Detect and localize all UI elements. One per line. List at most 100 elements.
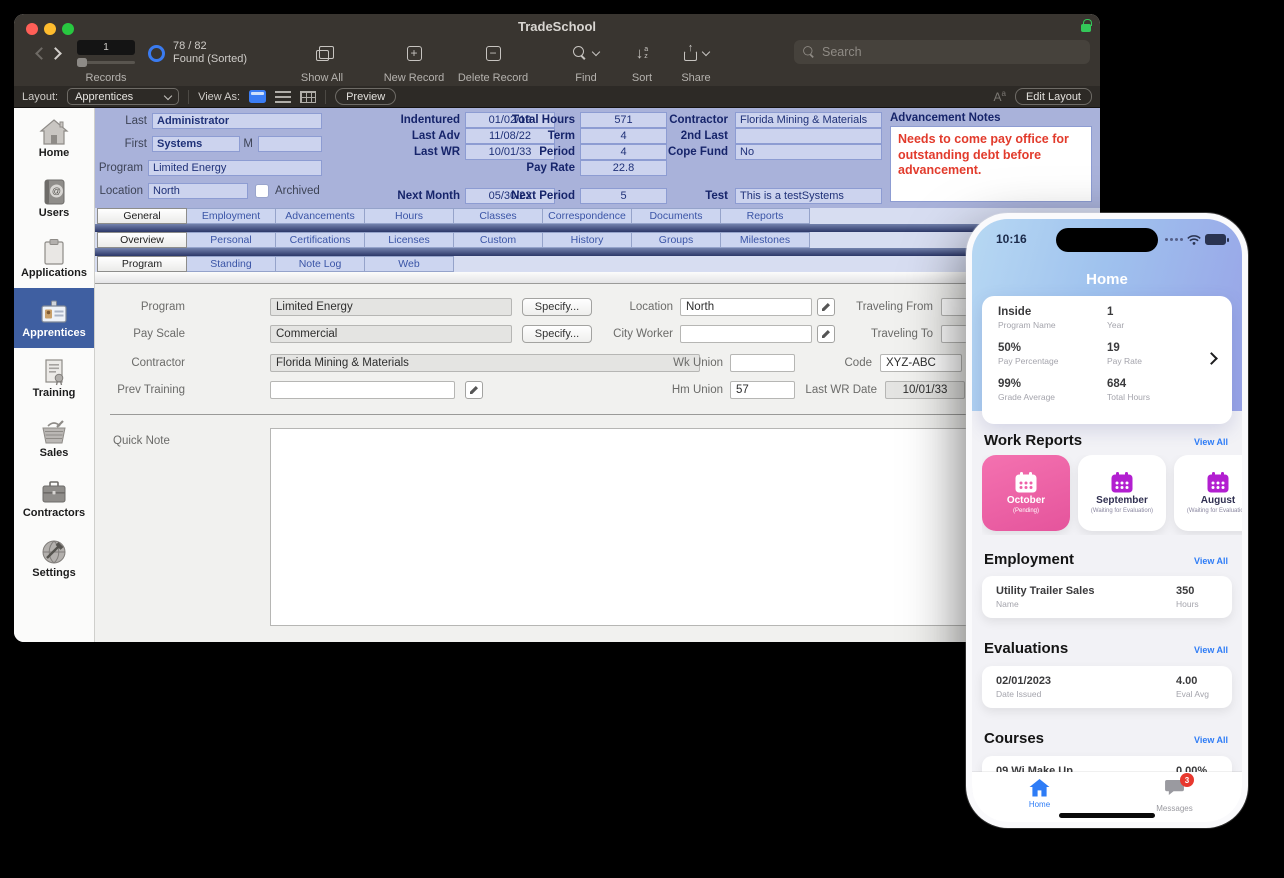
tab-employment[interactable]: Employment bbox=[186, 208, 276, 224]
wk-union-field[interactable] bbox=[730, 354, 795, 372]
city-worker-edit-button[interactable] bbox=[817, 325, 835, 343]
contractor-field[interactable]: Florida Mining & Materials bbox=[735, 112, 882, 128]
next-record-icon[interactable] bbox=[49, 47, 62, 60]
program-form: Program Limited Energy Specify... Locati… bbox=[95, 284, 1100, 642]
home-indicator[interactable] bbox=[1059, 813, 1155, 818]
calendar-icon bbox=[1014, 472, 1038, 493]
edit-layout-button[interactable]: Edit Layout bbox=[1015, 88, 1092, 105]
tab-note-log[interactable]: Note Log bbox=[275, 256, 365, 272]
pencil-icon bbox=[821, 302, 831, 312]
tab-licenses[interactable]: Licenses bbox=[364, 232, 454, 248]
tab-classes[interactable]: Classes bbox=[453, 208, 543, 224]
location-edit-button[interactable] bbox=[817, 298, 835, 316]
evaluations-view-all-link[interactable]: View All bbox=[1194, 645, 1228, 655]
status-bar: 10:16 bbox=[972, 228, 1242, 252]
text-formatting-icon[interactable]: Aa bbox=[993, 89, 1005, 104]
program-field[interactable]: Limited Energy bbox=[148, 160, 322, 176]
advancement-notes-field[interactable]: Needs to come pay office for outstanding… bbox=[890, 126, 1092, 202]
middle-initial-field[interactable] bbox=[258, 136, 322, 152]
form-view-icon[interactable] bbox=[249, 90, 266, 103]
sort-button[interactable]: ↓az Sort bbox=[618, 40, 666, 84]
first-field[interactable]: Systems bbox=[152, 136, 240, 152]
tab-general[interactable]: General bbox=[97, 208, 187, 224]
share-button[interactable]: ↑ Share bbox=[668, 40, 724, 84]
search-input[interactable] bbox=[822, 45, 1082, 59]
previous-record-icon[interactable] bbox=[35, 47, 48, 60]
certificate-icon bbox=[39, 358, 69, 386]
quick-note-input[interactable] bbox=[270, 428, 1040, 626]
tab-advancements[interactable]: Advancements bbox=[275, 208, 365, 224]
tab-custom[interactable]: Custom bbox=[453, 232, 543, 248]
sidebar-item-settings[interactable]: Settings bbox=[14, 528, 94, 588]
tab-milestones[interactable]: Milestones bbox=[720, 232, 810, 248]
record-number-field[interactable]: 1 bbox=[77, 40, 135, 55]
employment-view-all-link[interactable]: View All bbox=[1194, 556, 1228, 566]
tab-certifications[interactable]: Certifications bbox=[275, 232, 365, 248]
tab-personal[interactable]: Personal bbox=[186, 232, 276, 248]
search-field[interactable] bbox=[794, 40, 1090, 64]
work-report-card-october[interactable]: October (Pending) bbox=[982, 455, 1070, 531]
find-button[interactable]: Find bbox=[554, 40, 618, 84]
location-field[interactable]: North bbox=[680, 298, 812, 316]
program-field[interactable]: Limited Energy bbox=[270, 298, 512, 316]
evaluation-row[interactable]: 02/01/2023Date Issued 4.00Eval Avg bbox=[982, 666, 1232, 708]
tab-hours[interactable]: Hours bbox=[364, 208, 454, 224]
tab-documents[interactable]: Documents bbox=[631, 208, 721, 224]
sidebar-item-apprentices[interactable]: Apprentices bbox=[14, 288, 94, 348]
layout-dropdown[interactable]: Apprentices bbox=[67, 88, 179, 105]
tab-program[interactable]: Program bbox=[97, 256, 187, 272]
contractor-field[interactable]: Florida Mining & Materials bbox=[270, 354, 700, 372]
tab-row-2: Overview Personal Certifications License… bbox=[95, 232, 1100, 248]
first-label: First bbox=[95, 137, 147, 152]
delete-record-button[interactable]: − Delete Record bbox=[450, 40, 536, 84]
work-report-card-august[interactable]: August (Waiting for Evaluation) bbox=[1174, 455, 1242, 531]
tab-correspondence[interactable]: Correspondence bbox=[542, 208, 632, 224]
prev-training-edit-button[interactable] bbox=[465, 381, 483, 399]
preview-button[interactable]: Preview bbox=[335, 88, 396, 105]
record-slider[interactable] bbox=[77, 61, 135, 64]
tab-reports[interactable]: Reports bbox=[720, 208, 810, 224]
sidebar-item-contractors[interactable]: Contractors bbox=[14, 468, 94, 528]
table-view-icon[interactable] bbox=[300, 91, 316, 103]
tab-web[interactable]: Web bbox=[364, 256, 454, 272]
sidebar-item-home[interactable]: Home bbox=[14, 108, 94, 168]
city-worker-field[interactable] bbox=[680, 325, 812, 343]
hm-union-field[interactable]: 57 bbox=[730, 381, 795, 399]
calendar-icon bbox=[1206, 472, 1230, 493]
last-adv-label: Last Adv bbox=[360, 129, 460, 144]
test-field[interactable]: This is a testSystems bbox=[735, 188, 882, 204]
tab-groups[interactable]: Groups bbox=[631, 232, 721, 248]
sidebar-item-training[interactable]: Training bbox=[14, 348, 94, 408]
list-view-icon[interactable] bbox=[275, 91, 291, 103]
tab-standing[interactable]: Standing bbox=[186, 256, 276, 272]
show-all-button[interactable]: Show All bbox=[286, 40, 358, 84]
work-report-card-september[interactable]: September (Waiting for Evaluation) bbox=[1078, 455, 1166, 531]
phone-screen: 10:16 Home InsideProgram Name 1Year 50%P… bbox=[972, 219, 1242, 822]
sidebar-item-sales[interactable]: Sales bbox=[14, 408, 94, 468]
courses-view-all-link[interactable]: View All bbox=[1194, 735, 1228, 745]
last-field[interactable]: Administrator bbox=[152, 113, 322, 129]
new-record-button[interactable]: + New Record bbox=[374, 40, 454, 84]
tab-history[interactable]: History bbox=[542, 232, 632, 248]
prev-training-field[interactable] bbox=[270, 381, 455, 399]
apprentice-stats-card[interactable]: InsideProgram Name 1Year 50%Pay Percenta… bbox=[982, 296, 1232, 424]
location-field[interactable]: North bbox=[148, 183, 248, 199]
program-specify-button[interactable]: Specify... bbox=[522, 298, 592, 316]
archived-checkbox[interactable] bbox=[255, 184, 269, 198]
pay-rate-field[interactable]: 22.8 bbox=[580, 160, 667, 176]
sidebar-item-applications[interactable]: Applications bbox=[14, 228, 94, 288]
sidebar-item-users[interactable]: @ Users bbox=[14, 168, 94, 228]
code-field[interactable]: XYZ-ABC bbox=[880, 354, 962, 372]
record-slider-thumb[interactable] bbox=[77, 58, 87, 67]
cope-fund-field[interactable]: No bbox=[735, 144, 882, 160]
tab-overview[interactable]: Overview bbox=[97, 232, 187, 248]
second-last-field[interactable] bbox=[735, 128, 882, 144]
pay-scale-specify-button[interactable]: Specify... bbox=[522, 325, 592, 343]
pay-scale-field[interactable]: Commercial bbox=[270, 325, 512, 343]
sidebar: Home @ Users Applications Apprentices Tr… bbox=[14, 108, 95, 642]
employment-row[interactable]: Utility Trailer SalesName 350Hours bbox=[982, 576, 1232, 618]
found-pie-icon[interactable] bbox=[148, 45, 165, 62]
archived-label: Archived bbox=[275, 184, 325, 199]
work-reports-view-all-link[interactable]: View All bbox=[1194, 437, 1228, 447]
last-wr-date-field[interactable]: 10/01/33 bbox=[885, 381, 965, 399]
